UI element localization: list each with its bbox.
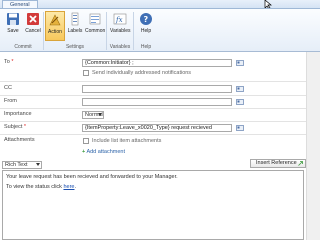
format-value: Rich Text xyxy=(5,162,28,168)
attachments-row: Attachments Include list item attachment… xyxy=(0,136,320,160)
subject-label: Subject * xyxy=(4,124,27,130)
common-icon xyxy=(89,13,101,25)
cc-row: CC xyxy=(0,84,320,96)
importance-select[interactable]: Normal xyxy=(82,111,104,119)
from-field[interactable] xyxy=(82,98,232,106)
cc-field[interactable] xyxy=(82,85,232,93)
variables-label: Variables xyxy=(110,28,131,34)
subject-row: Subject * {ItemProperty:Leave_x0020_Type… xyxy=(0,123,320,135)
body-line-1: Your leave request has been recieved and… xyxy=(6,174,178,180)
action-button[interactable]: Action xyxy=(45,11,65,41)
help-icon: ? xyxy=(140,13,152,25)
common-label: Common xyxy=(85,28,106,34)
body-line-2: To view the status click here. xyxy=(6,184,77,190)
common-button[interactable]: Common xyxy=(85,11,105,41)
subject-field[interactable]: {ItemProperty:Leave_x0020_Type} request … xyxy=(82,124,232,132)
include-attachments-label: Include list item attachments xyxy=(92,138,162,144)
importance-row: Importance Normal xyxy=(0,110,320,122)
help-button[interactable]: ? Help xyxy=(136,11,156,41)
status-link[interactable]: here xyxy=(63,184,74,190)
variables-button[interactable]: fx Variables xyxy=(110,11,130,41)
address-book-icon[interactable] xyxy=(236,86,244,92)
from-row: From xyxy=(0,97,320,109)
send-individual-label: Send individually addressed notification… xyxy=(92,70,192,76)
address-book-icon[interactable] xyxy=(236,60,244,66)
cc-label: CC xyxy=(4,85,12,91)
send-individual-checkbox[interactable] xyxy=(83,70,89,76)
vertical-scrollbar[interactable] xyxy=(306,52,320,240)
insert-reference-button[interactable]: Insert Reference xyxy=(250,159,306,168)
group-label-variables: Variables xyxy=(109,44,131,50)
ribbon: Save Cancel Action Labels Common fx Vari… xyxy=(0,8,320,52)
labels-button[interactable]: Labels xyxy=(65,11,85,41)
to-field[interactable]: {Common:Initiator} ; xyxy=(82,59,232,67)
importance-label: Importance xyxy=(4,111,32,117)
to-label: To * xyxy=(4,59,14,65)
group-separator xyxy=(43,12,44,50)
save-icon xyxy=(7,13,19,25)
help-label: Help xyxy=(140,28,152,34)
cancel-icon xyxy=(27,13,39,25)
insert-reference-icon[interactable] xyxy=(236,125,244,131)
cancel-button[interactable]: Cancel xyxy=(23,11,43,41)
variables-icon: fx xyxy=(113,13,127,25)
insert-arrow-icon xyxy=(298,161,303,166)
action-icon xyxy=(49,14,61,26)
format-select[interactable]: Rich Text xyxy=(2,161,42,169)
address-book-icon[interactable] xyxy=(236,99,244,105)
chevron-down-icon xyxy=(36,163,40,166)
message-body-editor[interactable]: Your leave request has been recieved and… xyxy=(2,170,304,240)
labels-label: Labels xyxy=(67,28,83,34)
editor-toolbar: Rich Text Insert Reference xyxy=(2,159,306,169)
group-label-settings: Settings xyxy=(65,44,85,50)
plus-icon: + xyxy=(82,149,86,155)
group-label-help: Help xyxy=(140,44,152,50)
labels-icon xyxy=(71,12,79,26)
action-label: Action xyxy=(48,29,62,35)
cancel-label: Cancel xyxy=(25,28,41,34)
chevron-down-icon xyxy=(98,113,102,116)
from-label: From xyxy=(4,98,17,104)
group-label-commit: Commit xyxy=(14,44,32,50)
svg-text:fx: fx xyxy=(115,16,123,24)
svg-text:?: ? xyxy=(144,15,149,24)
save-label: Save xyxy=(7,28,19,34)
save-button[interactable]: Save xyxy=(3,11,23,41)
attachments-label: Attachments xyxy=(4,137,35,143)
to-row: To * {Common:Initiator} ; Send individua… xyxy=(0,58,320,82)
include-attachments-checkbox[interactable] xyxy=(83,138,89,144)
add-attachment-link[interactable]: + Add attachment xyxy=(82,149,125,155)
